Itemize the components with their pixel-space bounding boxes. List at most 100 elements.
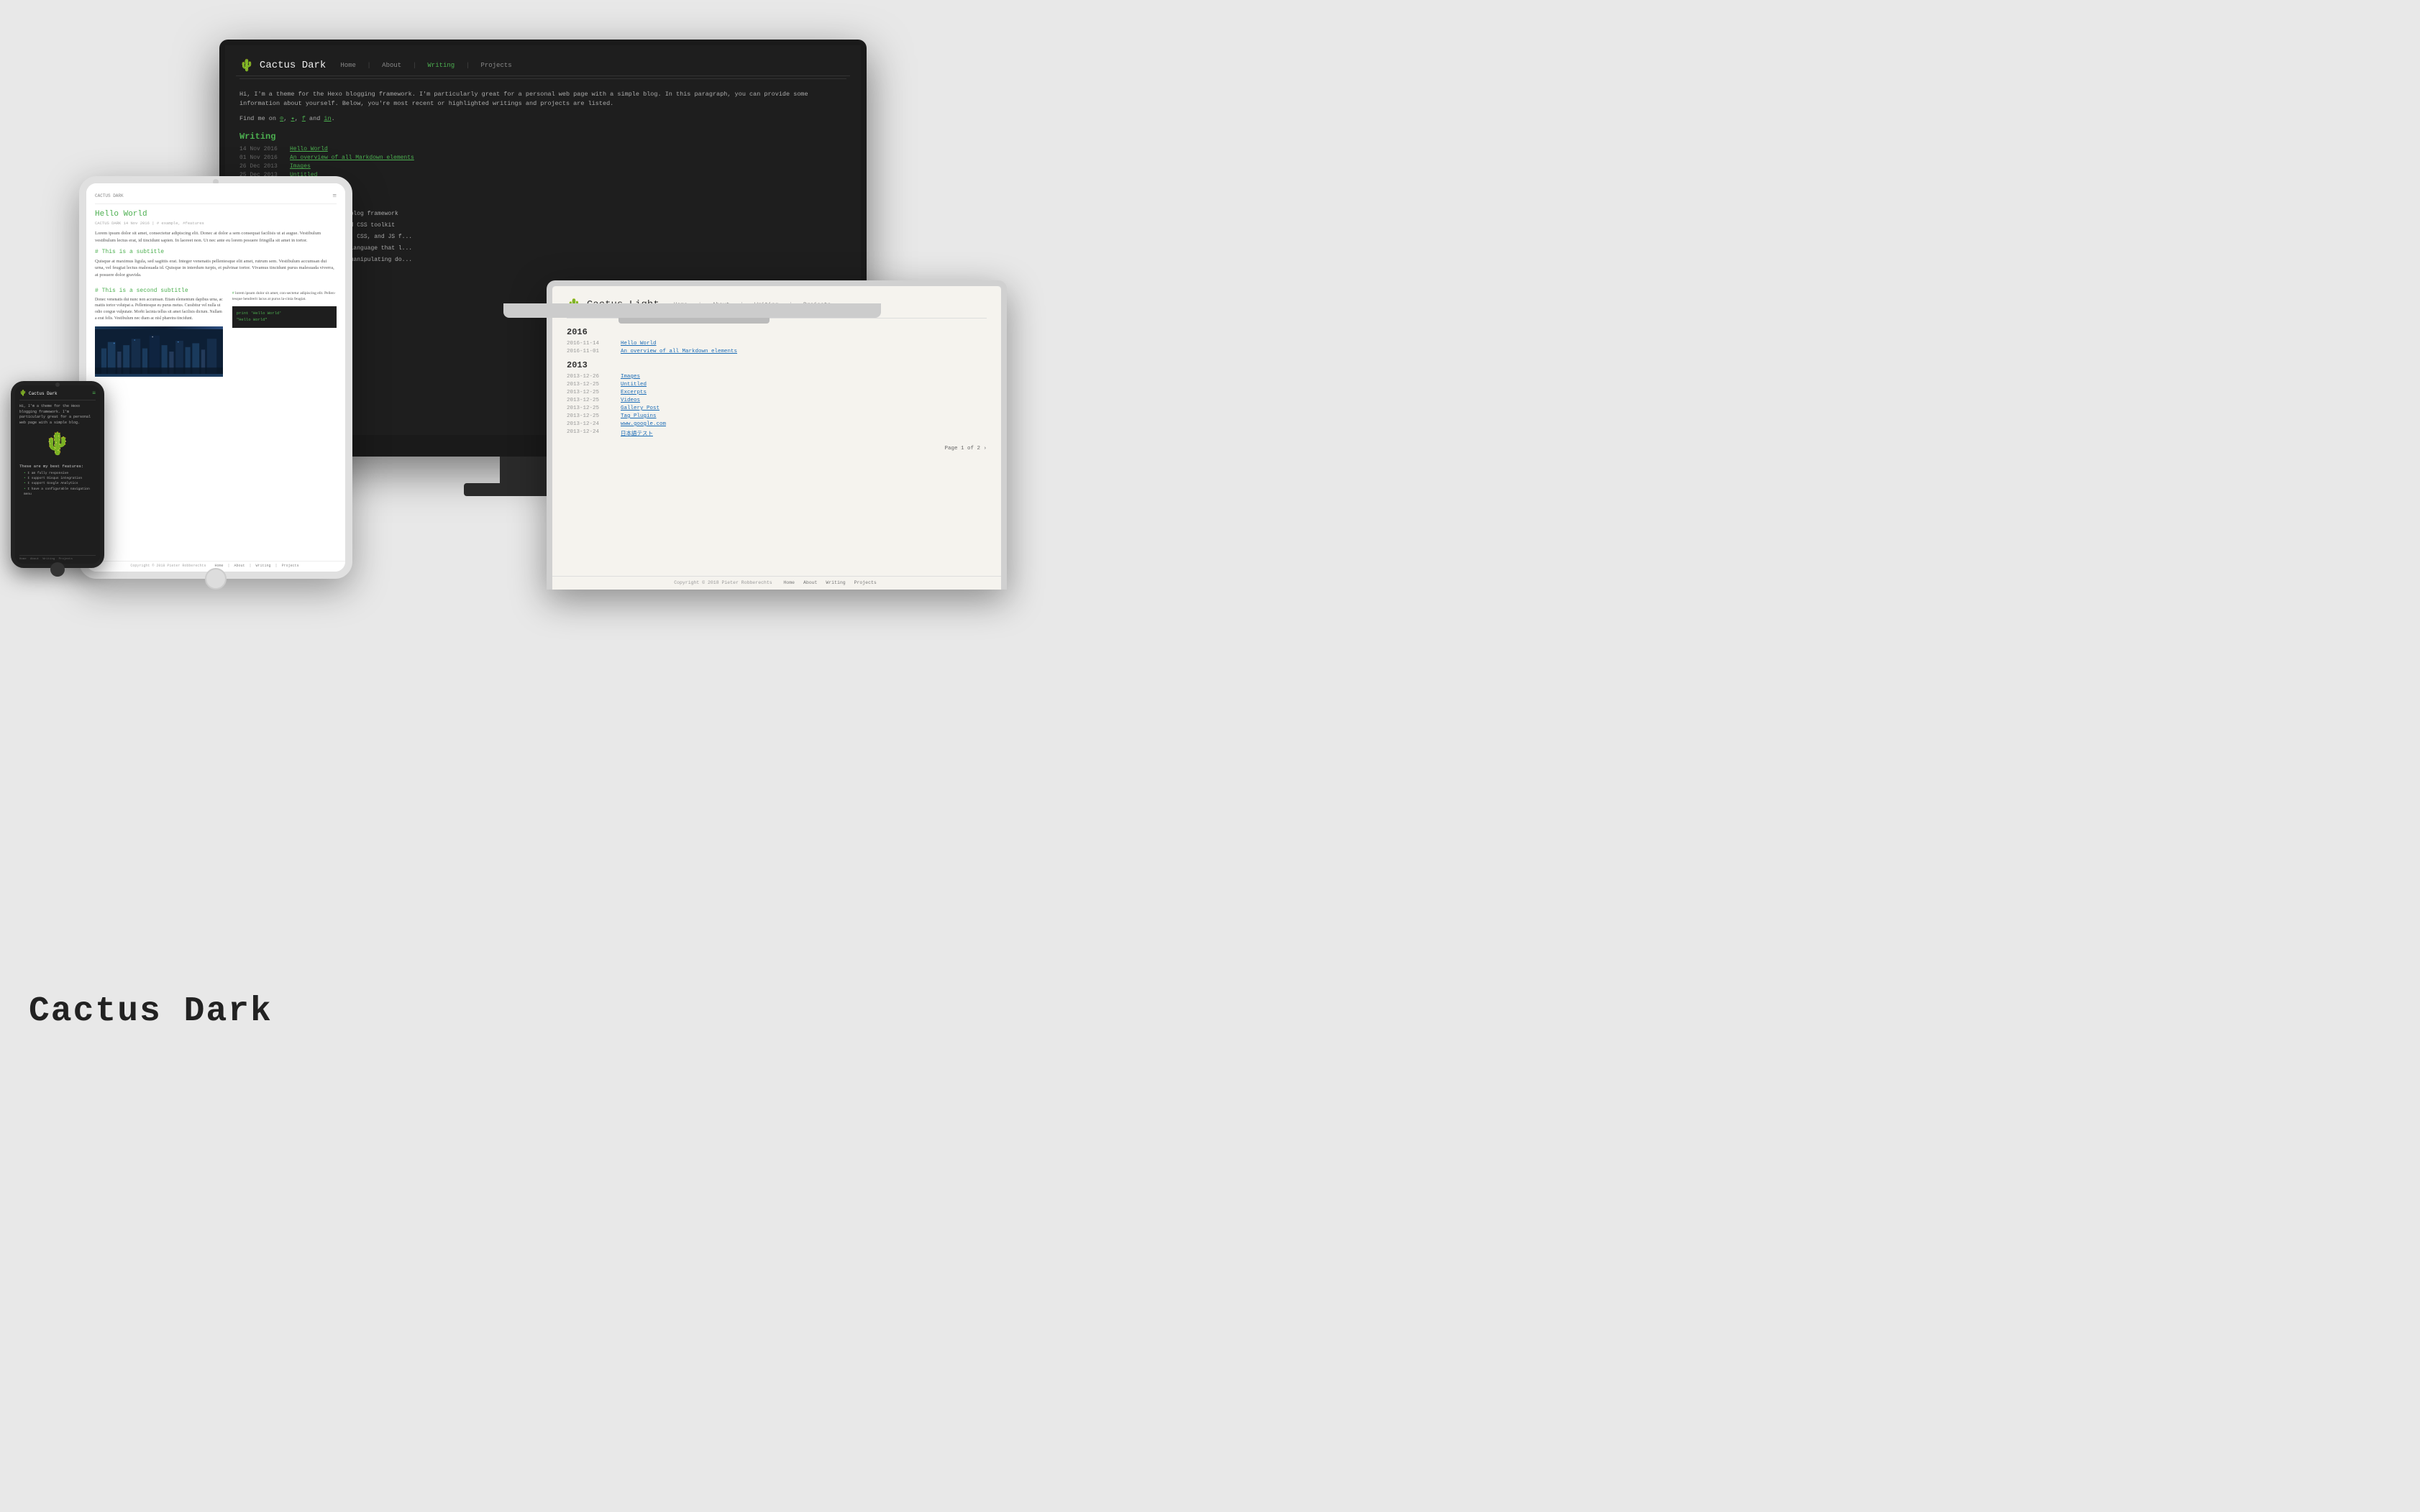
footer-projects-link[interactable]: Projects xyxy=(282,564,299,568)
phone-cactus-graphic: 🌵 xyxy=(19,431,96,458)
list-2016: 2016-11-14 Hello World 2016-11-01 An ove… xyxy=(567,341,987,354)
year-2016: 2016 xyxy=(567,327,987,337)
laptop-screen: 🌵 Cactus Light Home | About | Writing | … xyxy=(552,286,1001,590)
writing-heading: Writing xyxy=(239,132,846,142)
tablet-screen: CACTUS DARK ≡ Hello World CACTUS DARK 14… xyxy=(86,183,345,572)
blog-post-title: Hello World xyxy=(95,210,337,219)
pagination: Page 1 of 2 › xyxy=(567,446,987,452)
blog-body-2: Quisque at maximus ligula, sed sagittis … xyxy=(95,258,337,279)
site-dark-nav: Home | About | Writing | Projects xyxy=(340,62,519,69)
code-block: print 'Hello World' "Hello World" xyxy=(232,306,337,328)
nav-projects-link[interactable]: Projects xyxy=(480,62,511,69)
nav-writing-link[interactable]: Writing xyxy=(427,62,455,69)
phone-screen: 🌵 Cactus Dark ≡ Hi, I'm a theme for the … xyxy=(15,385,100,564)
phone-footer-about[interactable]: About xyxy=(30,558,39,561)
phone-feature-2: I support Disqus integration xyxy=(19,476,96,481)
writing-link[interactable]: Hello World xyxy=(290,146,328,152)
blog-city-image xyxy=(95,326,223,377)
tablet-home-button[interactable] xyxy=(205,568,227,590)
footer-about-link[interactable]: About xyxy=(234,564,245,568)
writing-item: 01 Nov 2016An overview of all Markdown e… xyxy=(239,155,846,161)
list-2013: 2013-12-26 Images 2013-12-25 Untitled 20… xyxy=(567,374,987,437)
list-item: 2013-12-26 Images xyxy=(567,374,987,380)
list-item: 2016-11-14 Hello World xyxy=(567,341,987,347)
article-link[interactable]: 日本語テスト xyxy=(621,429,653,437)
phone-body: Hi, I'm a theme for the Hexo blogging fr… xyxy=(19,404,96,426)
list-item: 2013-12-25 Untitled xyxy=(567,382,987,388)
year-2013: 2013 xyxy=(567,360,987,370)
list-item: 2013-12-24 www.google.com xyxy=(567,421,987,427)
tablet: CACTUS DARK ≡ Hello World CACTUS DARK 14… xyxy=(79,176,352,579)
site-light-footer: Copyright © 2018 Pieter Robberechts Home… xyxy=(552,576,1001,585)
light-footer-home[interactable]: Home xyxy=(783,580,795,585)
facebook-link[interactable]: f xyxy=(302,115,306,122)
writing-link[interactable]: Images xyxy=(290,163,311,170)
github-link[interactable]: ⊙ xyxy=(280,115,283,122)
light-footer-writing[interactable]: Writing xyxy=(826,580,845,585)
phone-camera xyxy=(55,382,60,387)
blog-right-text: # lorem ipsum dolor sit amet, con-sectet… xyxy=(232,283,337,303)
phone-feature-3: I support Google Analytics xyxy=(19,481,96,486)
writing-link[interactable]: An overview of all Markdown elements xyxy=(290,155,414,161)
site-dark-title: Cactus Dark xyxy=(260,60,326,71)
blog-content: CACTUS DARK ≡ Hello World CACTUS DARK 14… xyxy=(86,183,345,572)
article-link[interactable]: Untitled xyxy=(621,382,647,388)
cactus-dark-label: Cactus Dark xyxy=(29,992,273,1031)
blog-subtitle-1: # This is a subtitle xyxy=(95,249,337,255)
footer-writing-link[interactable]: Writing xyxy=(256,564,271,568)
list-item: 2013-12-25 Videos xyxy=(567,398,987,403)
social-text: Find me on ⊙, ✦, f and in. xyxy=(239,114,846,124)
laptop-base xyxy=(503,303,881,318)
article-link[interactable]: Images xyxy=(621,374,640,380)
linkedin-link[interactable]: in xyxy=(324,115,331,122)
phone-menu-icon[interactable]: ≡ xyxy=(92,390,96,397)
cactus-icon: 🌵 xyxy=(239,58,254,73)
intro-text: Hi, I'm a theme for the Hexo blogging fr… xyxy=(239,90,846,109)
nav-about-link[interactable]: About xyxy=(382,62,401,69)
list-item: 2013-12-25 Gallery Post xyxy=(567,406,987,411)
phone-content: 🌵 Cactus Dark ≡ Hi, I'm a theme for the … xyxy=(15,385,100,564)
list-item: 2013-12-24 日本語テスト xyxy=(567,429,987,437)
article-link[interactable]: Gallery Post xyxy=(621,406,659,411)
phone-cactus-icon: 🌵 xyxy=(19,390,27,397)
nav-home-link[interactable]: Home xyxy=(340,62,356,69)
light-footer-about[interactable]: About xyxy=(803,580,818,585)
blog-subtitle-2: # This is a second subtitle xyxy=(95,288,223,294)
article-link[interactable]: Videos xyxy=(621,398,640,403)
blog-header-bar: CACTUS DARK ≡ xyxy=(95,192,337,204)
hamburger-icon[interactable]: ≡ xyxy=(332,192,337,200)
cactus-light-site: 🌵 Cactus Light Home | About | Writing | … xyxy=(552,286,1001,590)
list-item: 2013-12-25 Tag Plugins xyxy=(567,413,987,419)
laptop-base-notch xyxy=(618,318,770,324)
blog-body-3: Donec venenatis dui nunc non accumsan. E… xyxy=(95,297,223,322)
phone: 🌵 Cactus Dark ≡ Hi, I'm a theme for the … xyxy=(11,381,104,568)
phone-header: 🌵 Cactus Dark ≡ xyxy=(19,390,96,400)
phone-logo: 🌵 Cactus Dark xyxy=(19,390,58,397)
phone-footer-writing[interactable]: Writing xyxy=(42,558,55,561)
light-footer-projects[interactable]: Projects xyxy=(854,580,877,585)
blog-site-name: CACTUS DARK xyxy=(95,193,124,198)
article-link[interactable]: Tag Plugins xyxy=(621,413,657,419)
blog-post-text: Lorem ipsum dolor sit amet, consectetur … xyxy=(95,230,337,244)
phone-feature-4: I have a configurable navigation menu xyxy=(19,487,96,497)
phone-footer: Home About Writing Projects xyxy=(19,555,96,561)
list-item: 2016-11-01 An overview of all Markdown e… xyxy=(567,349,987,354)
article-link[interactable]: www.google.com xyxy=(621,421,666,427)
blog-post-meta: CACTUS DARK 14 Nov 2016 | # example, #fe… xyxy=(95,221,337,226)
writing-item: 26 Dec 2013Images xyxy=(239,163,846,170)
twitter-link[interactable]: ✦ xyxy=(291,115,294,122)
scene: 🌵 Cactus Dark Home | About | Writing | P… xyxy=(0,0,2420,1512)
phone-feature-1: I am fully responsive xyxy=(19,471,96,476)
phone-footer-home[interactable]: Home xyxy=(19,558,27,561)
writing-item: 14 Nov 2016Hello World xyxy=(239,146,846,152)
phone-home-button[interactable] xyxy=(50,562,65,577)
article-link[interactable]: An overview of all Markdown elements xyxy=(621,349,737,354)
laptop: 🌵 Cactus Light Home | About | Writing | … xyxy=(547,280,1007,590)
phone-features-title: These are my best features: xyxy=(19,464,96,469)
phone-footer-projects[interactable]: Projects xyxy=(59,558,73,561)
article-link[interactable]: Excerpts xyxy=(621,390,647,395)
article-link[interactable]: Hello World xyxy=(621,341,657,347)
phone-logo-text: Cactus Dark xyxy=(29,391,58,396)
list-item: 2013-12-25 Excerpts xyxy=(567,390,987,395)
blog-footer: Copyright © 2018 Pieter Robberechts Home… xyxy=(86,561,345,568)
